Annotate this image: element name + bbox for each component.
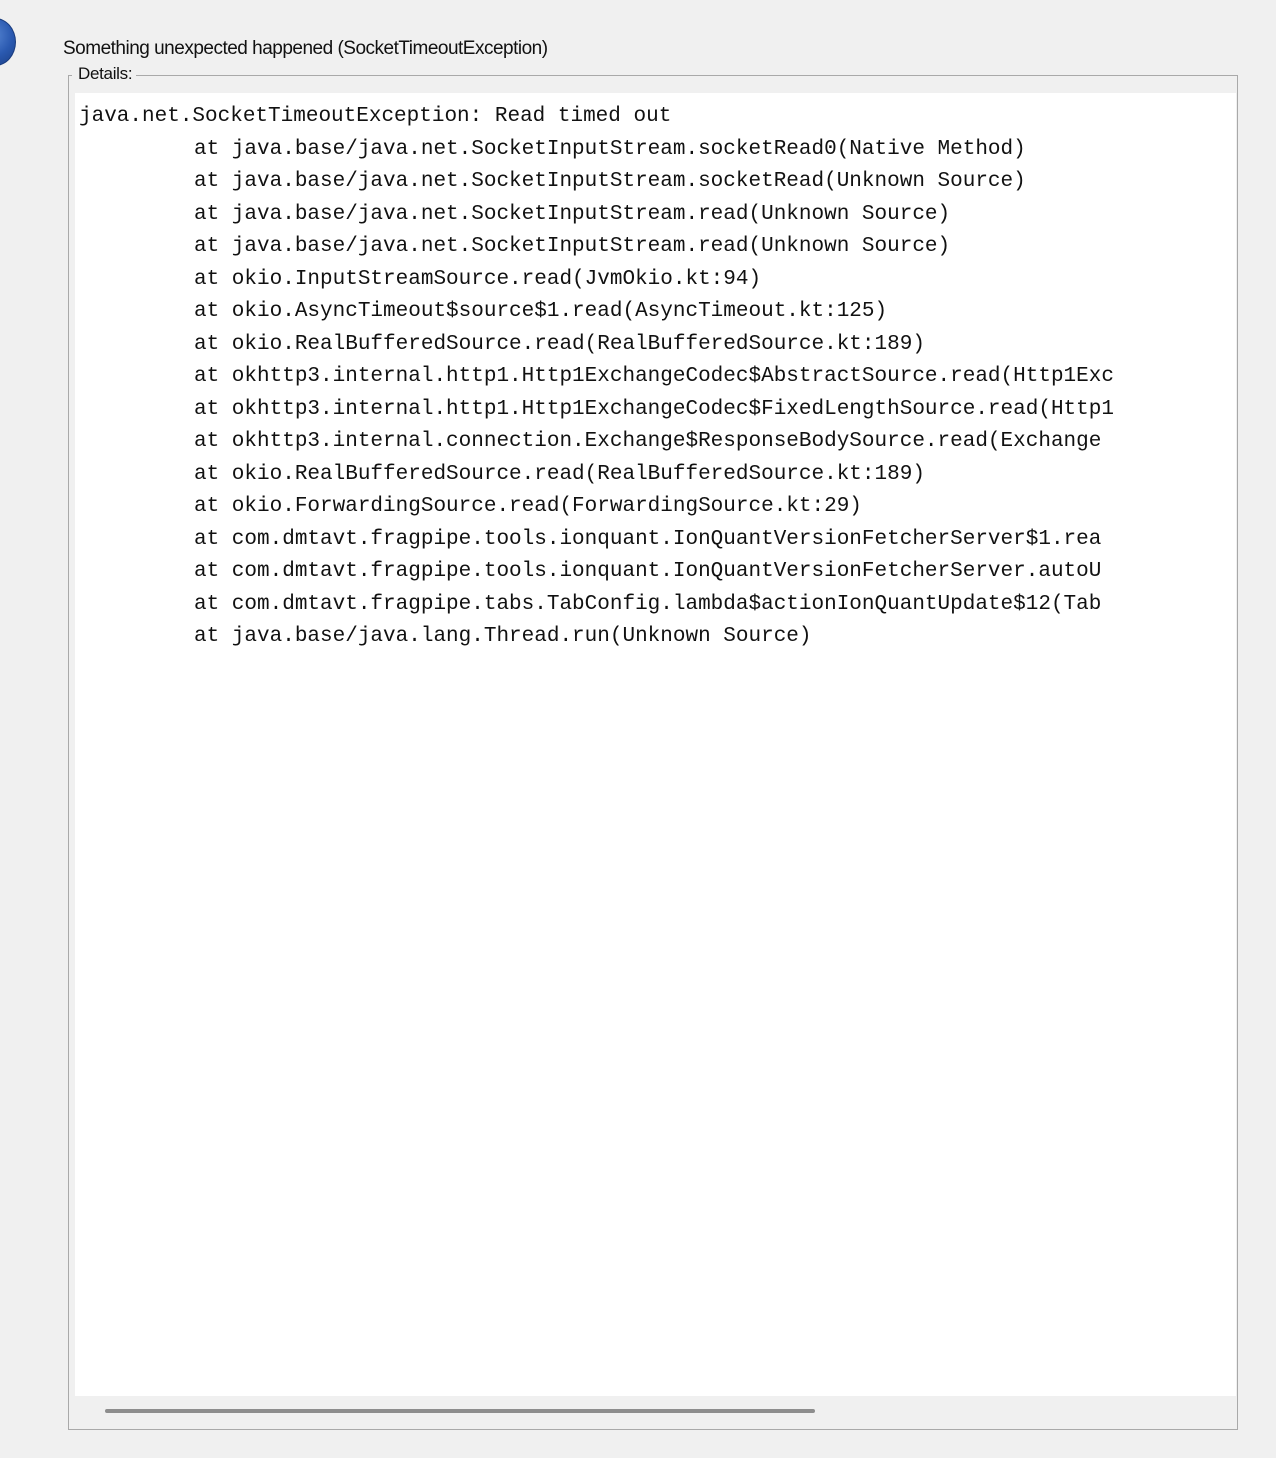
stack-frame: at okio.AsyncTimeout$source$1.read(Async… bbox=[194, 300, 888, 323]
stack-frame: at java.base/java.net.SocketInputStream.… bbox=[194, 170, 1026, 193]
stack-frame: at okio.RealBufferedSource.read(RealBuff… bbox=[194, 332, 925, 356]
stack-frame: at okhttp3.internal.connection.Exchange$… bbox=[194, 430, 1102, 453]
stack-frame: at okhttp3.internal.http1.Http1ExchangeC… bbox=[194, 365, 1114, 388]
scrollbar-thumb[interactable] bbox=[105, 1409, 815, 1413]
stack-trace[interactable]: java.net.SocketTimeoutException: Read ti… bbox=[75, 93, 1236, 654]
stack-frame: at okio.RealBufferedSource.read(RealBuff… bbox=[194, 462, 925, 486]
stack-frame: at com.dmtavt.fragpipe.tools.ionquant.Io… bbox=[194, 527, 1102, 551]
stack-frame: at com.dmtavt.fragpipe.tabs.TabConfig.la… bbox=[194, 592, 1102, 616]
stack-frame: at java.base/java.net.SocketInputStream.… bbox=[194, 202, 951, 226]
horizontal-scrollbar[interactable] bbox=[75, 1396, 1236, 1426]
info-icon bbox=[0, 18, 16, 66]
stack-frame: at java.base/java.lang.Thread.run(Unknow… bbox=[194, 625, 812, 648]
stack-frame: at java.base/java.net.SocketInputStream.… bbox=[194, 137, 1026, 161]
exception-line: java.net.SocketTimeoutException: Read ti… bbox=[79, 105, 672, 128]
stack-frame: at okio.InputStreamSource.read(JvmOkio.k… bbox=[194, 267, 762, 291]
stack-frame: at java.base/java.net.SocketInputStream.… bbox=[194, 235, 951, 258]
stack-frame: at okhttp3.internal.http1.Http1ExchangeC… bbox=[194, 397, 1114, 421]
error-message: Something unexpected happened (SocketTim… bbox=[63, 38, 548, 59]
stack-frame: at okio.ForwardingSource.read(Forwarding… bbox=[194, 495, 862, 518]
details-text-area[interactable]: java.net.SocketTimeoutException: Read ti… bbox=[75, 93, 1236, 1396]
stack-frame: at com.dmtavt.fragpipe.tools.ionquant.Io… bbox=[194, 560, 1102, 583]
details-label: Details: bbox=[72, 64, 137, 84]
error-dialog: Something unexpected happened (SocketTim… bbox=[0, 0, 1276, 1458]
